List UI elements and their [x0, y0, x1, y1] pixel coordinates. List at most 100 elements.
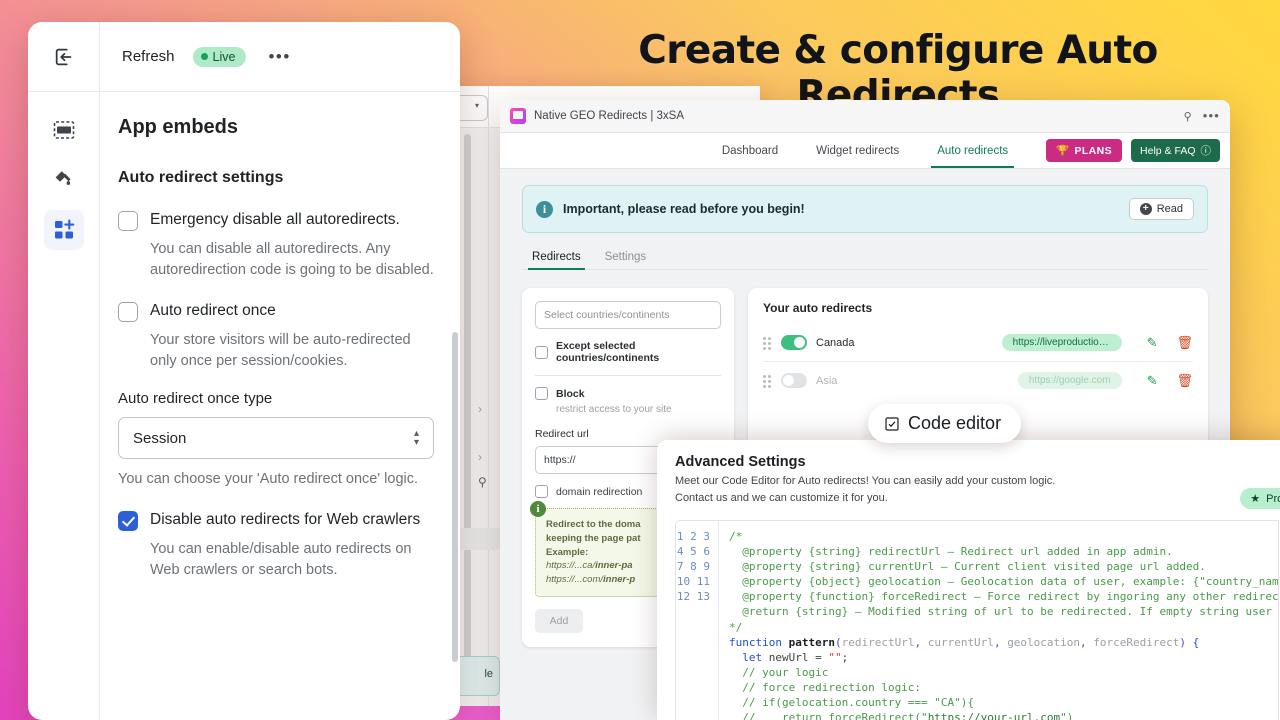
sidebar-item-app-embeds[interactable] — [44, 210, 84, 250]
sidebar-item-sections[interactable] — [44, 110, 84, 150]
important-banner: i Important, please read before you begi… — [522, 185, 1208, 233]
pin-icon[interactable]: ⚲ — [478, 475, 487, 489]
section-title: Auto redirect settings — [118, 169, 434, 187]
auto-redirects-title: Your auto redirects — [763, 301, 1193, 315]
plans-button[interactable]: 🏆 PLANS — [1046, 139, 1122, 162]
disable-crawlers-help: You can enable/disable auto redirects on… — [150, 539, 434, 582]
theme-editor-content: App embeds Auto redirect settings Emerge… — [100, 92, 460, 720]
status-badge-label: Live — [213, 50, 236, 64]
auto-redirect-once-help: Your store visitors will be auto-redirec… — [150, 330, 434, 373]
app-titlebar: Native GEO Redirects | 3xSA ⚲ ••• — [500, 100, 1230, 133]
auto-redirect-once-type-help: You can choose your 'Auto redirect once'… — [118, 469, 434, 490]
check-square-icon — [884, 416, 900, 432]
theme-editor-panel: Refresh Live ••• — [28, 22, 460, 720]
background-admin-scrollbar[interactable] — [464, 134, 471, 694]
except-countries-row[interactable]: Except selected countries/continents — [535, 340, 721, 364]
advanced-settings-subtitle-2: Contact us and we can customize it for y… — [675, 490, 1279, 507]
select-value: Session — [133, 430, 186, 447]
block-checkbox[interactable] — [535, 387, 548, 400]
redirect-name: Asia — [816, 375, 837, 387]
pin-icon[interactable]: ⚲ — [1184, 110, 1192, 123]
tab-widget-redirects[interactable]: Widget redirects — [814, 133, 901, 168]
table-row[interactable]: Asia https://google.com ✎ 🗑 — [763, 362, 1193, 399]
banner-text: Important, please read before you begin! — [563, 202, 805, 216]
block-help: restrict access to your site — [556, 404, 721, 415]
theme-editor-rail — [28, 92, 100, 720]
emergency-disable-label: Emergency disable all autoredirects. — [150, 209, 400, 231]
except-countries-checkbox[interactable] — [535, 346, 548, 359]
redirect-url-value: https:// — [544, 454, 576, 466]
code-editor-badge: Code editor — [868, 404, 1021, 443]
redirect-toggle[interactable] — [781, 373, 807, 388]
exit-icon[interactable] — [28, 22, 100, 92]
app-embeds-icon — [52, 218, 76, 242]
block-row[interactable]: Block — [535, 387, 721, 400]
subtab-redirects-label: Redirects — [532, 251, 581, 263]
domain-redirection-checkbox[interactable] — [535, 485, 548, 498]
drag-handle-icon[interactable] — [763, 375, 772, 387]
countries-input[interactable]: Select countries/continents — [535, 301, 721, 329]
more-dots-icon[interactable]: ••• — [268, 53, 290, 61]
app-nav-tabs: Dashboard Widget redirects Auto redirect… — [500, 133, 1230, 169]
table-row[interactable]: Canada https://liveproduction... ✎ 🗑 — [763, 324, 1193, 361]
edit-icon[interactable]: ✎ — [1147, 335, 1158, 351]
panel-scrollbar[interactable] — [452, 332, 458, 662]
pro-plan-label: Pro pla — [1266, 493, 1280, 505]
disable-crawlers-label: Disable auto redirects for Web crawlers — [150, 509, 420, 531]
edit-icon[interactable]: ✎ — [1147, 373, 1158, 389]
refresh-label[interactable]: Refresh — [122, 48, 175, 65]
auto-redirect-once-checkbox[interactable] — [118, 302, 138, 322]
status-badge: Live — [193, 47, 247, 67]
redirect-name: Canada — [816, 337, 855, 349]
tab-widget-redirects-label: Widget redirects — [816, 145, 899, 157]
add-button[interactable]: Add — [535, 609, 583, 633]
emergency-disable-help: You can disable all autoredirects. Any a… — [150, 239, 434, 282]
background-admin-divider — [488, 86, 489, 720]
countries-input-placeholder: Select countries/continents — [544, 309, 670, 321]
code-gutter: 1 2 3 4 5 6 7 8 9 10 11 12 13 — [676, 521, 718, 720]
tab-dashboard[interactable]: Dashboard — [720, 133, 780, 168]
question-circle-icon: ⓘ — [1201, 143, 1212, 158]
chevron-right-icon[interactable]: › — [478, 402, 482, 416]
option-emergency-disable[interactable]: Emergency disable all autoredirects. — [118, 209, 434, 231]
info-icon: i — [530, 501, 546, 517]
code-content[interactable]: /* @property {string} redirectUrl – Redi… — [718, 521, 1278, 720]
help-faq-button[interactable]: Help & FAQ ⓘ — [1131, 139, 1220, 162]
chevron-down-icon: ▾ — [475, 101, 479, 110]
read-button-label: Read — [1157, 203, 1183, 215]
drag-handle-icon[interactable] — [763, 337, 772, 349]
code-editor-badge-label: Code editor — [908, 413, 1001, 434]
more-dots-icon[interactable]: ••• — [1203, 113, 1220, 119]
sidebar-item-theme-settings[interactable] — [44, 160, 84, 200]
block-label: Block — [556, 388, 585, 400]
auto-redirect-once-type-label: Auto redirect once type — [118, 390, 434, 407]
subtab-settings-label: Settings — [605, 251, 647, 263]
select-arrows-icon: ▴▾ — [414, 429, 419, 447]
disable-crawlers-checkbox[interactable] — [118, 511, 138, 531]
option-auto-redirect-once[interactable]: Auto redirect once — [118, 300, 434, 322]
chevron-right-icon[interactable]: › — [478, 450, 482, 464]
advanced-settings-card: ★ Pro pla Advanced Settings Meet our Cod… — [657, 440, 1280, 720]
trash-icon[interactable]: 🗑 — [1176, 373, 1193, 389]
redirect-url-label: Redirect url — [535, 428, 721, 440]
tab-auto-redirects-label: Auto redirects — [937, 145, 1008, 157]
sections-icon — [52, 118, 76, 142]
panel-title: App embeds — [118, 116, 434, 139]
tab-dashboard-label: Dashboard — [722, 145, 778, 157]
paint-roller-icon — [52, 168, 76, 192]
trash-icon[interactable]: 🗑 — [1176, 335, 1193, 351]
plus-circle-icon: + — [1140, 203, 1152, 215]
redirect-toggle[interactable] — [781, 335, 807, 350]
code-editor[interactable]: 1 2 3 4 5 6 7 8 9 10 11 12 13 /* @proper… — [675, 520, 1279, 720]
tab-auto-redirects[interactable]: Auto redirects — [935, 133, 1010, 168]
emergency-disable-checkbox[interactable] — [118, 211, 138, 231]
star-icon: ★ — [1250, 492, 1260, 505]
info-icon: i — [536, 201, 553, 218]
read-button[interactable]: + Read — [1129, 198, 1194, 220]
form-divider — [535, 375, 721, 376]
auto-redirect-once-label: Auto redirect once — [150, 300, 276, 322]
subtab-redirects[interactable]: Redirects — [532, 251, 581, 270]
option-disable-crawlers[interactable]: Disable auto redirects for Web crawlers — [118, 509, 434, 531]
subtab-settings[interactable]: Settings — [605, 251, 647, 270]
auto-redirect-once-type-select[interactable]: Session ▴▾ — [118, 417, 434, 459]
